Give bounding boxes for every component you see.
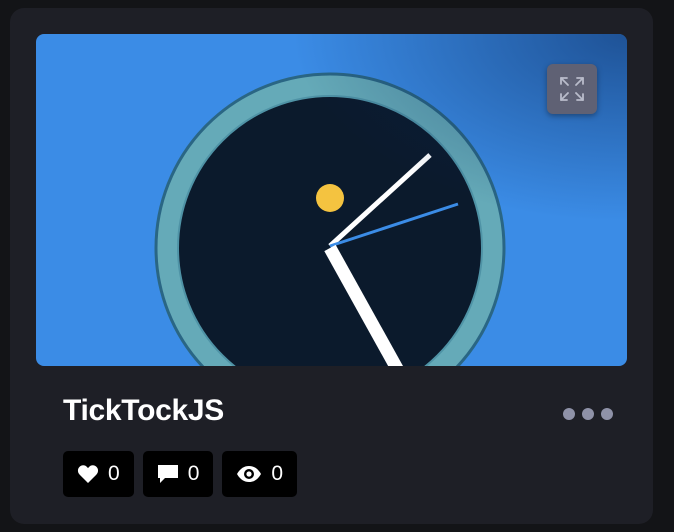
expand-arrows-icon — [560, 77, 584, 101]
view-count: 0 — [271, 462, 284, 485]
preview-vignette — [36, 34, 627, 366]
expand-button[interactable] — [547, 64, 597, 114]
view-counter[interactable]: 0 — [222, 451, 298, 497]
preview-thumbnail[interactable] — [36, 34, 627, 366]
more-dot — [601, 408, 613, 420]
like-button[interactable]: 0 — [63, 451, 134, 497]
comment-button[interactable]: 0 — [142, 451, 214, 497]
eye-icon — [236, 465, 262, 483]
comment-icon — [157, 464, 179, 484]
comment-count: 0 — [187, 462, 200, 485]
more-dot — [563, 408, 575, 420]
pen-card: TickTockJS 0 0 0 — [10, 8, 653, 524]
like-count: 0 — [108, 462, 120, 485]
pen-title[interactable]: TickTockJS — [63, 392, 224, 430]
more-dot — [582, 408, 594, 420]
heart-icon — [77, 464, 99, 484]
stats-bar: 0 0 0 — [63, 451, 298, 497]
more-options-button[interactable] — [563, 404, 613, 424]
